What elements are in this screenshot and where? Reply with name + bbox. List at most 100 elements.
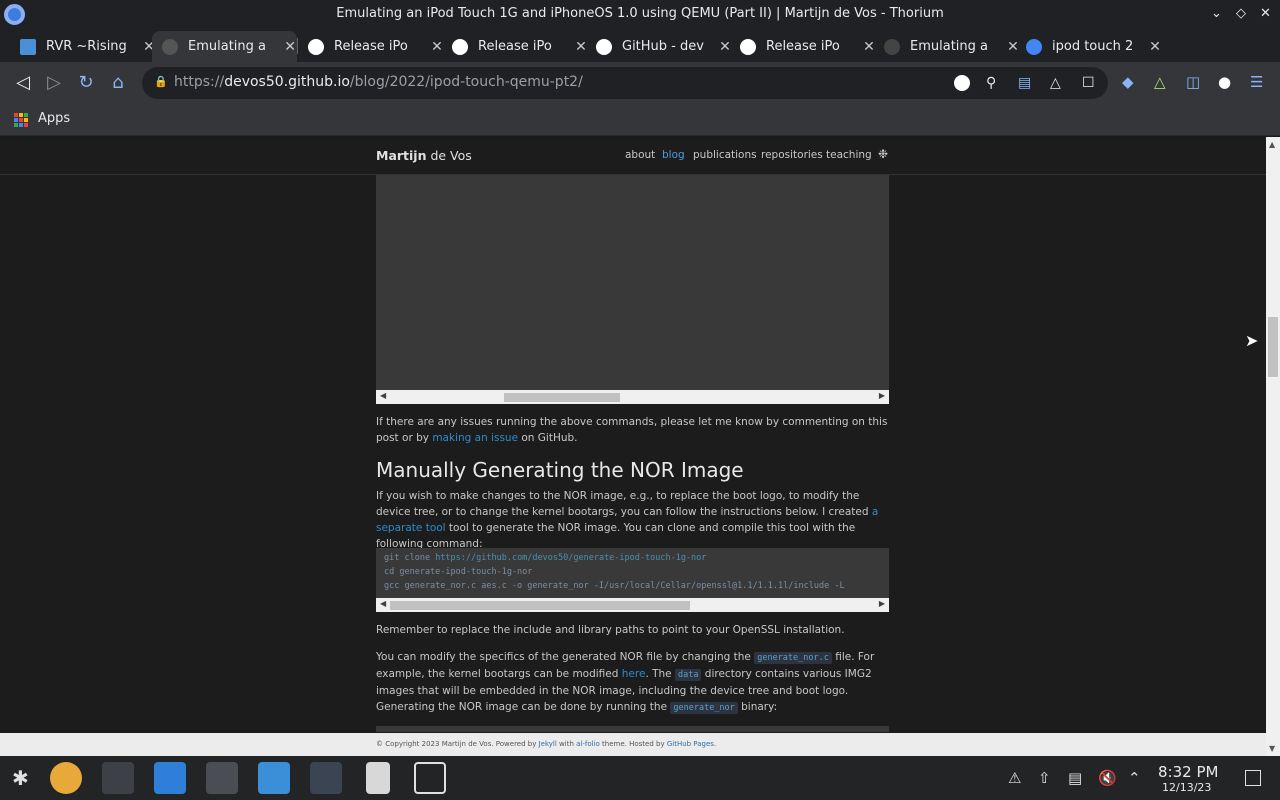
footer-text-end: . — [713, 740, 717, 748]
paragraph-openssl: Remember to replace the include and libr… — [376, 624, 845, 636]
close-tab-icon[interactable]: ✕ — [1148, 39, 1162, 55]
reader-mode-icon[interactable]: ▤ — [1018, 75, 1031, 91]
scroll-right-icon[interactable]: ▶ — [879, 391, 885, 400]
code-cmd: gcc generate_nor.c aes.c -o generate_nor… — [384, 581, 845, 591]
alfolio-link[interactable]: al-folio — [576, 740, 600, 748]
code-scrollbar[interactable]: ◀ ▶ — [376, 598, 889, 612]
extensions-icon[interactable]: ◆ — [1122, 73, 1134, 91]
code-cmd: git clone — [384, 553, 436, 563]
close-tab-icon[interactable]: ✕ — [283, 39, 297, 55]
code-scrollbar[interactable]: ◀ ▶ — [376, 390, 889, 404]
site-footer: © Copyright 2023 Martijn de Vos. Powered… — [0, 733, 1266, 756]
tray-expand-icon[interactable]: ⌃ — [1128, 769, 1141, 787]
scroll-right-icon[interactable]: ▶ — [879, 599, 885, 608]
inline-code: data — [674, 669, 702, 681]
notifications-icon[interactable]: ⚠ — [1008, 769, 1021, 787]
tab-separator — [297, 38, 298, 54]
github-pages-link[interactable]: GitHub Pages — [667, 740, 714, 748]
share-icon[interactable]: △ — [1050, 75, 1061, 91]
settings-icon[interactable] — [102, 762, 134, 794]
minimize-icon[interactable]: ⌄ — [1211, 6, 1222, 21]
tab-label: Emulating a — [910, 39, 988, 54]
google-icon — [1026, 38, 1042, 55]
scroll-thumb[interactable] — [504, 393, 620, 402]
p4-text: You can modify the specifics of the gene… — [376, 651, 755, 663]
url-path: /blog/2022/ipod-touch-qemu-pt2/ — [349, 74, 583, 90]
scroll-thumb[interactable] — [390, 601, 690, 610]
apps-bookmark[interactable]: Apps — [38, 111, 70, 126]
screenshot-icon[interactable] — [414, 762, 446, 794]
thorium-taskbar-icon[interactable] — [310, 762, 342, 794]
scroll-up-icon[interactable]: ▲ — [1269, 140, 1275, 149]
brand-last-name: de Vos — [426, 148, 472, 163]
menu-icon[interactable]: ☰ — [1250, 73, 1263, 91]
tab-label: Release iPo — [334, 39, 408, 54]
reload-icon[interactable]: ↻ — [75, 72, 97, 93]
tab-rvr[interactable]: RVR ~Rising ✕ — [10, 31, 156, 62]
archive-icon[interactable] — [366, 762, 390, 794]
google-lens-icon[interactable] — [954, 75, 970, 91]
apps-grid-icon[interactable] — [14, 113, 28, 127]
updates-icon[interactable]: ⇧ — [1038, 769, 1051, 787]
tab-release-2[interactable]: Release iPo ✕ — [442, 31, 588, 62]
nav-blog[interactable]: blog — [662, 149, 685, 161]
code-line: cd generate-ipod-touch-1g-nor — [384, 567, 532, 577]
scroll-left-icon[interactable]: ◀ — [380, 391, 386, 400]
scroll-left-icon[interactable]: ◀ — [380, 599, 386, 608]
tab-label: GitHub - dev — [622, 39, 704, 54]
tab-label: ipod touch 2 — [1052, 39, 1134, 54]
tab-emulating-active[interactable]: Emulating a ✕ — [152, 31, 297, 62]
url-scheme: https:// — [174, 74, 225, 90]
home-icon[interactable]: ⌂ — [107, 72, 129, 93]
tab-label: Release iPo — [478, 39, 552, 54]
zoom-icon[interactable]: ⚲ — [986, 75, 996, 91]
code-block-previous — [376, 175, 889, 390]
maximize-icon[interactable]: ◇ — [1236, 6, 1246, 21]
side-panel-icon[interactable]: ◫ — [1186, 73, 1200, 91]
nav-repositories[interactable]: repositories — [761, 149, 823, 161]
site-favicon-icon — [884, 38, 900, 55]
code-block-clone[interactable]: git clone https://github.com/devos50/gen… — [376, 548, 889, 598]
app-launcher-icon[interactable]: ✱ — [12, 766, 29, 790]
forward-icon[interactable]: ▷ — [43, 72, 65, 93]
address-bar[interactable]: 🔒 https://devos50.github.io/blog/2022/ip… — [142, 67, 1108, 99]
discover-store-icon[interactable] — [154, 762, 186, 794]
nav-teaching[interactable]: teaching — [826, 149, 872, 161]
bookmark-icon[interactable]: ☐ — [1082, 75, 1095, 91]
user-avatar-icon[interactable] — [50, 762, 82, 794]
terminal-icon[interactable] — [206, 762, 238, 794]
url-text[interactable]: https://devos50.github.io/blog/2022/ipod… — [174, 74, 583, 90]
tab-release-1[interactable]: Release iPo ✕ — [298, 31, 444, 62]
back-icon[interactable]: ◁ — [12, 72, 34, 93]
tab-ipod-touch[interactable]: ipod touch 2 ✕ — [1016, 31, 1162, 62]
close-window-icon[interactable]: ✕ — [1260, 6, 1271, 21]
here-link[interactable]: here — [622, 668, 646, 680]
os-taskbar: ✱ ⚠ ⇧ ▤ 🔇 ⌃ 8:32 PM 12/13/23 — [0, 756, 1280, 800]
theme-toggle-icon[interactable]: ❉ — [878, 147, 888, 161]
clock-time[interactable]: 8:32 PM — [1158, 763, 1218, 781]
site-brand[interactable]: Martijn de Vos — [376, 148, 472, 163]
nav-publications[interactable]: publications — [693, 149, 757, 161]
making-issue-link[interactable]: making an issue — [432, 432, 518, 444]
clipboard-icon[interactable]: ▤ — [1068, 769, 1082, 787]
file-manager-icon[interactable] — [258, 762, 290, 794]
scroll-down-icon[interactable]: ▼ — [1269, 744, 1275, 753]
github-icon — [308, 38, 324, 55]
page-scrollbar[interactable]: ▲ ▼ — [1266, 137, 1280, 756]
lock-icon: 🔒 — [154, 75, 168, 88]
tab-label: RVR ~Rising — [46, 39, 127, 54]
page-scroll-thumb[interactable] — [1268, 317, 1278, 377]
nav-about[interactable]: about — [625, 149, 655, 161]
labs-icon[interactable]: △ — [1154, 73, 1166, 91]
show-desktop-icon[interactable] — [1245, 770, 1261, 786]
tab-github-dev[interactable]: GitHub - dev ✕ — [586, 31, 732, 62]
footer-text-mid: with — [556, 740, 577, 748]
profile-icon[interactable]: ● — [1218, 73, 1231, 91]
tab-emulating-2[interactable]: Emulating a ✕ — [874, 31, 1020, 62]
clock-date[interactable]: 12/13/23 — [1162, 781, 1211, 794]
jekyll-link[interactable]: Jekyll — [539, 740, 557, 748]
footer-text: © Copyright 2023 Martijn de Vos. Powered… — [376, 740, 716, 748]
tab-release-3[interactable]: Release iPo ✕ — [730, 31, 876, 62]
footer-copyright: © Copyright 2023 Martijn de Vos. Powered… — [376, 740, 539, 748]
volume-muted-icon[interactable]: 🔇 — [1098, 769, 1117, 787]
